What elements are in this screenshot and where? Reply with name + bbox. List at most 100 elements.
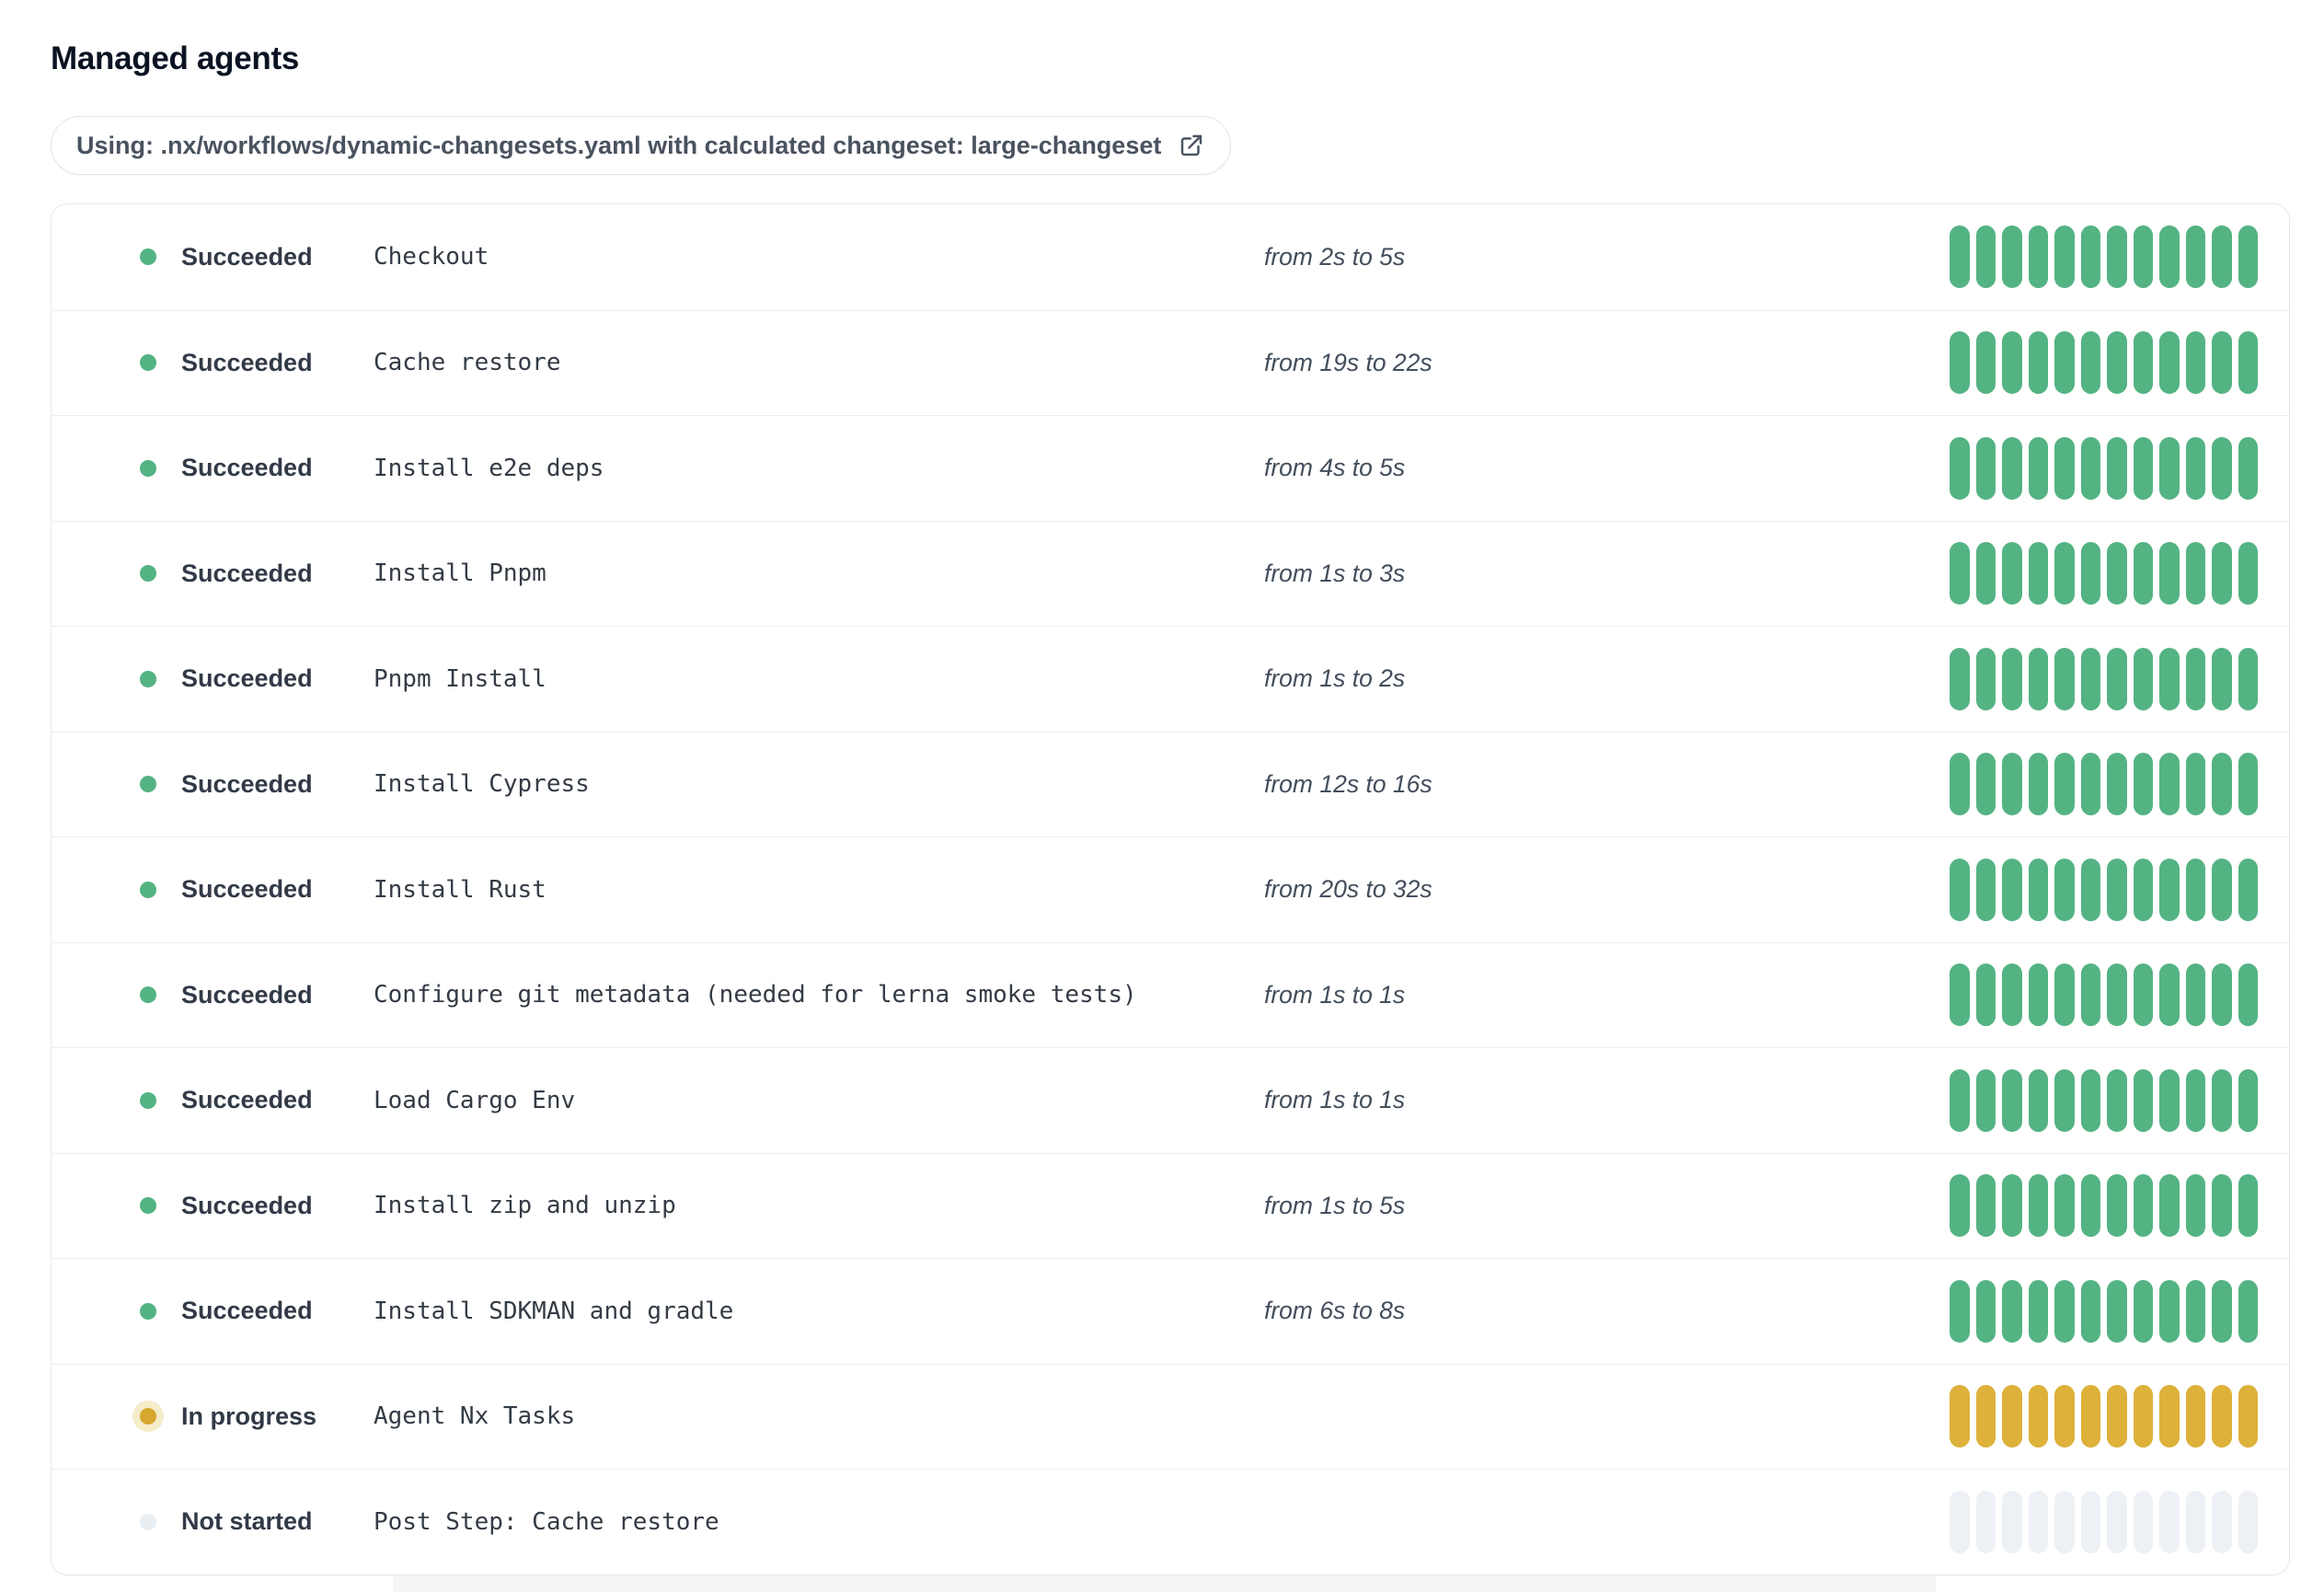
progress-segment [2107,1068,2127,1132]
progress-segment [2185,1490,2205,1553]
agent-step-row[interactable]: Succeeded Install e2e deps from 4s to 5s [52,415,2289,521]
progress-segment [1975,963,1996,1027]
agent-step-row[interactable]: Succeeded Install zip and unzip from 1s … [52,1152,2289,1258]
progress-segment [2133,753,2153,816]
progress-segment [2002,1068,2022,1132]
agent-step-row[interactable]: Succeeded Pnpm Install from 1s to 2s [52,626,2289,732]
workflow-config-link[interactable]: Using: .nx/workflows/dynamic-changesets.… [51,116,1232,175]
progress-segment [2002,225,2022,289]
external-link-icon[interactable] [1178,132,1205,159]
progress-segment [2107,647,2127,710]
progress-segment [2185,753,2205,816]
progress-segment [2185,963,2205,1027]
progress-segment [1975,1490,1996,1553]
agent-step-row[interactable]: Succeeded Install Rust from 20s to 32s [52,836,2289,942]
progress-segment [2028,225,2048,289]
duration-range: from 1s to 2s [1264,664,1406,693]
progress-bar [1950,1385,2258,1448]
progress-bar [1950,647,2258,710]
step-name: Install Pnpm [374,560,546,588]
agent-step-row[interactable]: Succeeded Checkout from 2s to 5s [52,204,2289,310]
progress-bar [1950,1279,2258,1343]
progress-segment [2238,753,2258,816]
progress-segment [1975,1279,1996,1343]
status-dot [140,1197,156,1215]
progress-segment [2159,436,2180,500]
progress-segment [2054,1385,2075,1448]
progress-segment [1975,1174,1996,1238]
progress-segment [2212,753,2232,816]
progress-segment [2028,1174,2048,1238]
status-dot [140,776,156,793]
progress-segment [2080,858,2100,921]
duration-range: from 1s to 5s [1264,1191,1406,1219]
step-name: Agent Nx Tasks [374,1402,576,1431]
progress-segment [2212,1279,2232,1343]
progress-segment [1975,1068,1996,1132]
status-label: Not started [181,1507,313,1536]
progress-segment [2212,1490,2232,1553]
progress-segment [2028,858,2048,921]
status-label: Succeeded [181,559,313,587]
progress-segment [1950,436,1970,500]
progress-segment [2133,1385,2153,1448]
progress-segment [2080,1068,2100,1132]
progress-bar [1950,1490,2258,1553]
status-label: Succeeded [181,1086,313,1114]
progress-segment [2002,963,2022,1027]
agent-step-row[interactable]: Succeeded Install Pnpm from 1s to 3s [52,520,2289,626]
agent-step-row[interactable]: In progress Agent Nx Tasks [52,1363,2289,1469]
progress-segment [2028,542,2048,606]
agent-step-row[interactable]: Succeeded Configure git metadata (needed… [52,941,2289,1047]
progress-segment [2185,1279,2205,1343]
progress-segment [2238,647,2258,710]
agent-step-row[interactable]: Succeeded Install SDKMAN and gradle from… [52,1258,2289,1364]
progress-segment [2212,331,2232,395]
progress-segment [2028,647,2048,710]
progress-segment [2159,1174,2180,1238]
progress-segment [2159,1490,2180,1553]
duration-range: from 6s to 8s [1264,1297,1406,1325]
progress-segment [2212,1385,2232,1448]
progress-segment [2080,1385,2100,1448]
progress-segment [2054,542,2075,606]
progress-segment [2212,1068,2232,1132]
progress-segment [2133,963,2153,1027]
progress-segment [2107,753,2127,816]
progress-segment [2133,1174,2153,1238]
duration-range: from 19s to 22s [1264,348,1432,376]
agent-step-row[interactable]: Succeeded Cache restore from 19s to 22s [52,309,2289,415]
progress-segment [1975,753,1996,816]
status-dot [140,881,156,898]
step-name: Install zip and unzip [374,1192,676,1220]
agent-step-row[interactable]: Succeeded Load Cargo Env from 1s to 1s [52,1047,2289,1153]
progress-segment [2028,331,2048,395]
status-dot [140,670,156,687]
step-name: Install SDKMAN and gradle [374,1297,734,1325]
progress-segment [2002,753,2022,816]
agent-step-row[interactable]: Succeeded Install Cypress from 12s to 16… [52,731,2289,836]
progress-segment [2028,1068,2048,1132]
duration-range: from 1s to 1s [1264,980,1406,1009]
progress-segment [2238,1279,2258,1343]
progress-segment [2185,1385,2205,1448]
status-dot [140,1408,156,1425]
progress-segment [2212,647,2232,710]
progress-segment [2080,1490,2100,1553]
progress-segment [2212,963,2232,1027]
progress-segment [1975,331,1996,395]
step-name: Configure git metadata (needed for lerna… [374,981,1137,1009]
progress-segment [2080,647,2100,710]
progress-segment [2054,1174,2075,1238]
duration-range: from 1s to 1s [1264,1086,1406,1114]
status-label: Succeeded [181,980,313,1009]
progress-segment [2238,963,2258,1027]
progress-segment [2212,225,2232,289]
progress-segment [2054,225,2075,289]
agent-step-row[interactable]: Not started Post Step: Cache restore [52,1469,2289,1575]
step-name: Load Cargo Env [374,1086,576,1114]
progress-segment [1975,225,1996,289]
progress-segment [2054,753,2075,816]
progress-bar [1950,1068,2258,1132]
progress-segment [2002,331,2022,395]
